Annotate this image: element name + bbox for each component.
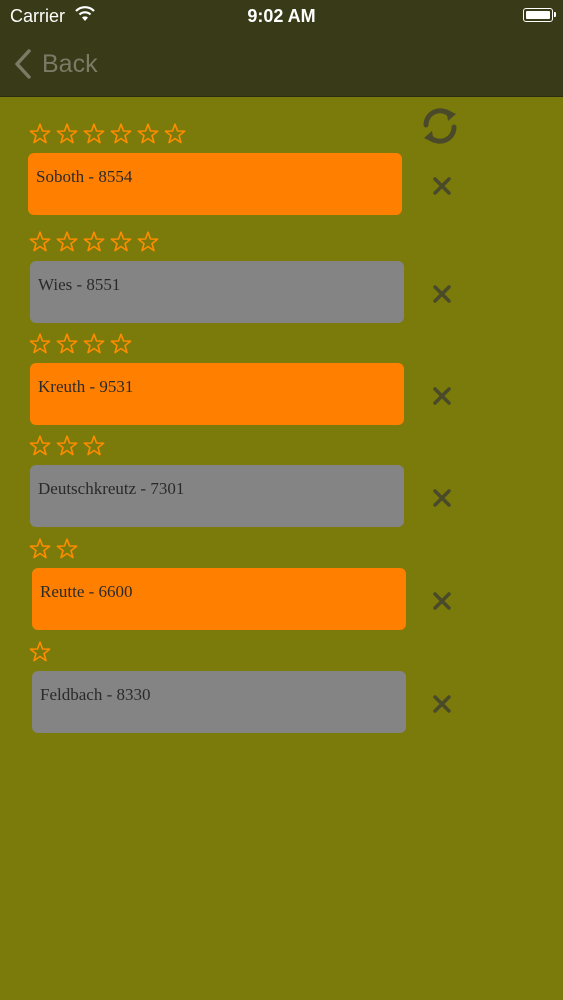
star-outline-icon xyxy=(29,123,51,144)
star-outline-icon xyxy=(137,231,159,252)
list-item: Wies - 8551 xyxy=(0,230,563,330)
location-label: Kreuth - 9531 xyxy=(38,377,134,396)
star-outline-icon xyxy=(56,231,78,252)
location-label: Feldbach - 8330 xyxy=(40,685,151,704)
list-item: Soboth - 8554 xyxy=(0,122,563,222)
list-item: Feldbach - 8330 xyxy=(0,640,563,740)
location-card[interactable]: Wies - 8551 xyxy=(30,261,404,323)
star-rating xyxy=(28,332,133,356)
star-outline-icon xyxy=(29,641,51,662)
close-icon[interactable] xyxy=(430,384,454,408)
navigation-bar: Back xyxy=(0,32,563,97)
star-rating xyxy=(28,640,52,664)
close-icon[interactable] xyxy=(430,486,454,510)
star-rating xyxy=(28,122,187,146)
star-outline-icon xyxy=(29,435,51,456)
chevron-left-icon xyxy=(15,49,31,79)
location-card[interactable]: Reutte - 6600 xyxy=(32,568,406,630)
location-label: Wies - 8551 xyxy=(38,275,121,294)
star-outline-icon xyxy=(137,123,159,144)
close-icon[interactable] xyxy=(430,174,454,198)
location-card[interactable]: Soboth - 8554 xyxy=(28,153,402,215)
back-button[interactable]: Back xyxy=(12,46,98,82)
back-label: Back xyxy=(42,49,98,78)
star-outline-icon xyxy=(164,123,186,144)
close-icon[interactable] xyxy=(430,589,454,613)
location-label: Reutte - 6600 xyxy=(40,582,133,601)
location-card[interactable]: Deutschkreutz - 7301 xyxy=(30,465,404,527)
location-card[interactable]: Feldbach - 8330 xyxy=(32,671,406,733)
star-outline-icon xyxy=(83,333,105,354)
star-outline-icon xyxy=(56,538,78,559)
location-label: Soboth - 8554 xyxy=(36,167,133,186)
list-item: Deutschkreutz - 7301 xyxy=(0,434,563,534)
location-label: Deutschkreutz - 7301 xyxy=(38,479,185,498)
status-bar: Carrier 9:02 AM xyxy=(0,0,563,32)
close-icon[interactable] xyxy=(430,282,454,306)
list-item: Reutte - 6600 xyxy=(0,537,563,637)
star-rating xyxy=(28,434,106,458)
star-outline-icon xyxy=(29,231,51,252)
star-outline-icon xyxy=(83,123,105,144)
star-outline-icon xyxy=(29,538,51,559)
clock: 9:02 AM xyxy=(247,6,316,26)
star-outline-icon xyxy=(56,123,78,144)
star-outline-icon xyxy=(110,333,132,354)
close-icon[interactable] xyxy=(430,692,454,716)
star-outline-icon xyxy=(83,231,105,252)
star-rating xyxy=(28,230,160,254)
star-outline-icon xyxy=(56,435,78,456)
star-outline-icon xyxy=(110,231,132,252)
star-outline-icon xyxy=(83,435,105,456)
star-outline-icon xyxy=(56,333,78,354)
battery-icon xyxy=(523,8,556,22)
location-card[interactable]: Kreuth - 9531 xyxy=(30,363,404,425)
list-item: Kreuth - 9531 xyxy=(0,332,563,432)
star-outline-icon xyxy=(29,333,51,354)
star-outline-icon xyxy=(110,123,132,144)
star-rating xyxy=(28,537,79,561)
